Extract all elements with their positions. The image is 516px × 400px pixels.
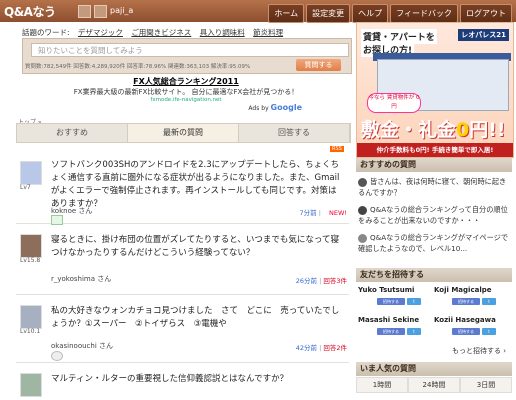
avatar[interactable] — [20, 161, 42, 185]
invite-button[interactable]: 招待する — [452, 298, 480, 305]
invite-friends-panel: 友だちを招待する — [356, 268, 512, 358]
tab-answer[interactable]: 回答する — [239, 124, 350, 142]
avatar[interactable] — [20, 373, 42, 397]
banner-brand: レオパレス21 — [458, 29, 509, 41]
banner-badge: 今なら 賃貸物件が 0円 — [367, 93, 421, 113]
answer-count[interactable]: 回答3件 — [323, 277, 347, 285]
tab-24hours[interactable]: 24時間 — [408, 377, 460, 393]
tab-latest[interactable]: 最新の質問 — [128, 124, 239, 142]
home-icon[interactable] — [78, 5, 91, 18]
friend-name[interactable]: Masashi Sekine — [358, 316, 419, 324]
ads-by-google[interactable]: Ads by Google — [248, 103, 302, 112]
invite-button[interactable]: 招待する — [377, 328, 405, 335]
user-icon — [358, 233, 367, 243]
hot-word-link[interactable]: 節炎料理 — [253, 28, 283, 37]
user-icon — [358, 205, 367, 215]
friend-name[interactable]: Kozii Hasegawa — [434, 316, 496, 324]
avatar[interactable] — [94, 5, 107, 18]
banner-footer: 仲介手数料も0円! 手続き簡単で即入居! — [357, 143, 513, 157]
username[interactable]: paji_a — [110, 6, 133, 15]
question-meta: 7分前 | NEW! — [299, 209, 347, 217]
list-item[interactable]: Lv15.8 寝るときに、掛け布団の位置がズレてたりすると、いつまでも気になって… — [16, 224, 349, 295]
user-level: Lv10.1 — [20, 328, 41, 335]
list-item[interactable]: Q&Aなうの総合ランキングがマイページで確認したようなので、レベル10... — [358, 232, 508, 254]
nav-feedback[interactable]: フィードバック — [390, 4, 458, 23]
avatar[interactable] — [20, 305, 42, 329]
recommended-panel: おすすめの質問 皆さんは、夜は何時に寝て、朝何時に起きるんですか？ Q&Aなうの… — [356, 158, 512, 262]
list-item[interactable]: Lv10.1 私の大好きなウォンカチョコ見つけました さて どこに 売っていたで… — [16, 295, 349, 363]
tweet-button[interactable]: t — [407, 328, 421, 335]
question-user[interactable]: r_yokoshima さん — [51, 274, 111, 284]
question-text[interactable]: 寝るときに、掛け布団の位置がズレてたりすると、いつまでも気になって寝つけなかった… — [51, 234, 341, 260]
question-box: 知りたいことを質問してみよう 質問数:782,549件 回答数:4,289,92… — [22, 38, 352, 74]
question-time[interactable]: 7分前 — [299, 209, 316, 217]
question-tabs: おすすめ 最新の質問 回答する — [16, 123, 351, 143]
globe-icon — [51, 351, 63, 361]
hot-word-link[interactable]: デザマジック — [78, 28, 123, 37]
avatar[interactable] — [20, 234, 42, 258]
list-item[interactable]: Lv7 ソフトバンク003SHのアンドロイドを2.3にアップデートしたら、ちょく… — [16, 151, 349, 225]
hot-word-link[interactable]: ご用聞きビジネス — [131, 28, 191, 37]
hot-word-link[interactable]: 具入り調味料 — [200, 28, 245, 37]
tab-recommended[interactable]: おすすめ — [17, 124, 128, 142]
list-item[interactable]: マルティン・ルターの重要視した信仰義認説とはなんですか？ — [16, 363, 349, 397]
tweet-button[interactable]: t — [482, 298, 496, 305]
question-text[interactable]: 私の大好きなウォンカチョコ見つけました さて どこに 売っていたでしょうか？①ス… — [51, 305, 341, 331]
hot-words-label: 話題のワード: — [22, 28, 70, 37]
answer-count[interactable]: 回答2件 — [323, 344, 347, 352]
friend-name[interactable]: Yuko Tsutsumi — [358, 286, 414, 294]
question-text[interactable]: ソフトバンク003SHのアンドロイドを2.3にアップデートしたら、ちょくちょく通… — [51, 159, 341, 211]
question-meta: 42分前 | 回答2件 — [295, 344, 347, 352]
tab-1hour[interactable]: 1時間 — [356, 377, 408, 393]
tweet-button[interactable]: t — [482, 328, 496, 335]
banner-ad[interactable]: 賃貸・アパートを お探しの方! レオパレス21 今なら 賃貸物件が 0円 敷金・… — [356, 22, 514, 158]
popular-tabs: 1時間 24時間 3日間 — [356, 377, 512, 393]
friend-name[interactable]: Koji Magicalpe — [434, 286, 491, 294]
header-nav: ホーム 設定変更 ヘルプ フィードバック ログアウト — [268, 4, 512, 23]
recommended-title: おすすめの質問 — [356, 158, 512, 172]
tweet-button[interactable]: t — [407, 298, 421, 305]
popular-title: いま人気の質問 — [356, 362, 512, 376]
ask-button[interactable]: 質問する — [296, 59, 341, 71]
question-meta: 26分前 | 回答3件 — [295, 277, 347, 285]
user-level: Lv15.8 — [20, 257, 41, 264]
more-invite-link[interactable]: もっと招待する › — [452, 346, 506, 356]
app-logo[interactable]: Q&Aなう — [4, 3, 56, 20]
banner-big-text: 敷金・礼金0円!! — [361, 119, 506, 141]
question-time[interactable]: 26分前 — [296, 277, 317, 285]
list-item[interactable]: Q&Aなうの総合ランキングって自分の順位をみることが出来ないのですか・・・ — [358, 204, 508, 226]
nav-help[interactable]: ヘルプ — [352, 4, 389, 23]
user-level: Lv7 — [20, 184, 31, 191]
popular-panel: いま人気の質問 — [356, 362, 512, 376]
invite-button[interactable]: 招待する — [377, 298, 405, 305]
invite-button[interactable]: 招待する — [452, 328, 480, 335]
user-icon — [358, 177, 367, 187]
invite-title: 友だちを招待する — [356, 268, 512, 282]
site-stats: 質問数:782,549件 回答数:4,289,920件 回答率:78.96% 関… — [25, 64, 251, 70]
ad-description: FX業界最大級の最新FX比較サイト。 自分に最適なFX会社が見つかる！ — [73, 88, 299, 96]
ad-title[interactable]: FX人気総合ランキング2011 — [22, 76, 350, 87]
question-list: Lv7 ソフトバンク003SHのアンドロイドを2.3にアップデートしたら、ちょく… — [16, 151, 349, 397]
question-input[interactable]: 知りたいことを質問してみよう — [31, 43, 349, 57]
top-bar: Q&Aなう paji_a ホーム 設定変更 ヘルプ フィードバック ログアウト — [0, 0, 516, 23]
list-item[interactable]: 皆さんは、夜は何時に寝て、朝何時に起きるんですか？ — [358, 176, 508, 198]
question-text[interactable]: マルティン・ルターの重要視した信仰義認説とはなんですか？ — [51, 373, 341, 386]
question-user[interactable]: okasinoouchi さん — [51, 341, 113, 351]
nav-home[interactable]: ホーム — [268, 4, 305, 23]
new-badge: NEW! — [328, 209, 347, 217]
nav-settings[interactable]: 設定変更 — [306, 4, 351, 23]
text-ad: FX人気総合ランキング2011 FX業界最大級の最新FX比較サイト。 自分に最適… — [22, 76, 350, 116]
nav-logout[interactable]: ログアウト — [460, 4, 512, 23]
hot-words: 話題のワード: デザマジック ご用聞きビジネス 具入り調味料 節炎料理 — [22, 27, 283, 38]
question-time[interactable]: 42分前 — [296, 344, 317, 352]
tab-3days[interactable]: 3日間 — [460, 377, 512, 393]
